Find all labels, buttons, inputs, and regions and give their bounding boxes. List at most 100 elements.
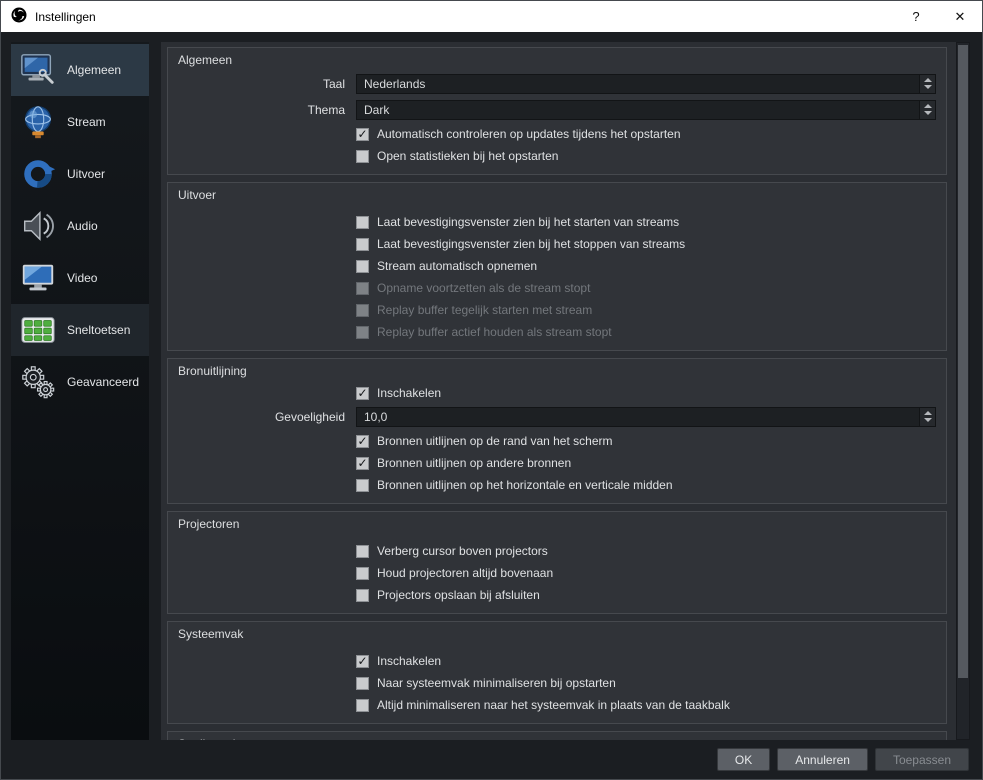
- checkbox[interactable]: [356, 589, 369, 602]
- sidebar-item-geavanceerd[interactable]: Geavanceerd: [11, 356, 149, 408]
- sidebar-item-label: Audio: [67, 219, 98, 233]
- checkbox-row[interactable]: Verberg cursor boven projectors: [356, 540, 936, 562]
- sidebar-item-video[interactable]: Video: [11, 252, 149, 304]
- checkbox-label: Laat bevestigingsvenster zien bij het st…: [377, 215, 679, 229]
- checkbox[interactable]: [356, 699, 369, 712]
- sidebar-item-uitvoer[interactable]: Uitvoer: [11, 148, 149, 200]
- window-title: Instellingen: [35, 10, 96, 24]
- checkbox[interactable]: ✓: [356, 655, 369, 668]
- checkbox-label: Naar systeemvak minimaliseren bij opstar…: [377, 676, 616, 690]
- help-button[interactable]: ?: [894, 1, 938, 32]
- speaker-icon: [18, 206, 58, 246]
- obs-logo-icon: [11, 7, 27, 26]
- group-title: Bronuitlijning: [176, 362, 936, 382]
- checkbox[interactable]: ✓: [356, 128, 369, 141]
- checkbox-row[interactable]: Laat bevestigingsvenster zien bij het st…: [356, 211, 936, 233]
- group-title: Projectoren: [176, 515, 936, 535]
- close-button[interactable]: ✕: [938, 1, 982, 32]
- checkbox-row: Opname voortzetten als de stream stopt: [356, 277, 936, 299]
- group-algemeen: Algemeen Taal Nederlands Thema Dark: [167, 47, 947, 175]
- theme-label: Thema: [176, 103, 356, 117]
- checkbox[interactable]: [356, 545, 369, 558]
- sensitivity-spinbox[interactable]: 10,0: [356, 407, 936, 427]
- checkbox-label: Replay buffer actief houden als stream s…: [377, 325, 612, 339]
- checkbox-label: Laat bevestigingsvenster zien bij het st…: [377, 237, 685, 251]
- checkbox-label: Verberg cursor boven projectors: [377, 544, 548, 558]
- checkbox-row[interactable]: Stream automatisch opnemen: [356, 255, 936, 277]
- sidebar-item-audio[interactable]: Audio: [11, 200, 149, 252]
- checkbox[interactable]: [356, 567, 369, 580]
- checkbox-row[interactable]: Open statistieken bij het opstarten: [356, 145, 936, 167]
- combo-arrows-icon[interactable]: [919, 101, 935, 119]
- settings-window: Instellingen ? ✕: [0, 0, 983, 780]
- spin-arrows-icon[interactable]: [919, 408, 935, 426]
- checkbox-label: Projectors opslaan bij afsluiten: [377, 588, 540, 602]
- theme-combobox[interactable]: Dark: [356, 100, 936, 120]
- vertical-scrollbar[interactable]: [956, 42, 970, 740]
- checkbox-label: Bronnen uitlijnen op het horizontale en …: [377, 478, 673, 492]
- checkbox-label: Houd projectoren altijd bovenaan: [377, 566, 553, 580]
- checkbox-label: Inschakelen: [377, 386, 441, 400]
- checkbox-label: Automatisch controleren op updates tijde…: [377, 127, 681, 141]
- checkbox-label: Altijd minimaliseren naar het systeemvak…: [377, 698, 730, 712]
- group-title: Uitvoer: [176, 186, 936, 206]
- keyboard-icon: [18, 310, 58, 350]
- checkbox-row: Replay buffer actief houden als stream s…: [356, 321, 936, 343]
- checkbox[interactable]: [356, 238, 369, 251]
- globe-icon: [18, 102, 58, 142]
- sidebar-item-sneltoetsen[interactable]: Sneltoetsen: [11, 304, 149, 356]
- sidebar-item-algemeen[interactable]: Algemeen: [11, 44, 149, 96]
- apply-button[interactable]: Toepassen: [875, 748, 969, 771]
- checkbox-row[interactable]: Naar systeemvak minimaliseren bij opstar…: [356, 672, 936, 694]
- checkbox-row: Replay buffer tegelijk starten met strea…: [356, 299, 936, 321]
- sensitivity-row: Gevoeligheid 10,0: [176, 404, 936, 429]
- checkbox[interactable]: [356, 150, 369, 163]
- sidebar: Algemeen Stream: [11, 42, 149, 740]
- group-projectoren: Projectoren Verberg cursor boven project…: [167, 511, 947, 614]
- checkbox-row[interactable]: ✓ Inschakelen: [356, 650, 936, 672]
- checkbox[interactable]: ✓: [356, 457, 369, 470]
- checkbox-row[interactable]: ✓ Inschakelen: [356, 382, 936, 404]
- sidebar-item-label: Geavanceerd: [67, 375, 139, 389]
- checkbox-row[interactable]: Bronnen uitlijnen op het horizontale en …: [356, 474, 936, 496]
- combo-arrows-icon[interactable]: [919, 75, 935, 93]
- checkbox: [356, 282, 369, 295]
- group-uitvoer: Uitvoer Laat bevestigingsvenster zien bi…: [167, 182, 947, 351]
- window-body: Algemeen Stream: [1, 32, 982, 740]
- group-systeemvak: Systeemvak ✓ Inschakelen Naar systeemvak…: [167, 621, 947, 724]
- display-wrench-icon: [18, 50, 58, 90]
- sidebar-item-label: Uitvoer: [67, 167, 105, 181]
- scrollbar-thumb[interactable]: [958, 45, 968, 678]
- language-row: Taal Nederlands: [176, 71, 936, 96]
- sidebar-item-label: Algemeen: [67, 63, 121, 77]
- sidebar-item-label: Video: [67, 271, 97, 285]
- language-combobox[interactable]: Nederlands: [356, 74, 936, 94]
- checkbox-row[interactable]: Projectors opslaan bij afsluiten: [356, 584, 936, 606]
- checkbox-row[interactable]: Altijd minimaliseren naar het systeemvak…: [356, 694, 936, 716]
- theme-row: Thema Dark: [176, 97, 936, 122]
- checkbox[interactable]: [356, 677, 369, 690]
- cancel-button[interactable]: Annuleren: [777, 748, 868, 771]
- monitor-icon: [18, 258, 58, 298]
- checkbox[interactable]: ✓: [356, 387, 369, 400]
- sidebar-item-label: Sneltoetsen: [67, 323, 130, 337]
- ok-button[interactable]: OK: [717, 748, 770, 771]
- checkbox[interactable]: [356, 479, 369, 492]
- settings-content: Algemeen Taal Nederlands Thema Dark: [161, 42, 956, 740]
- spin-value: 10,0: [357, 408, 919, 426]
- checkbox-label: Replay buffer tegelijk starten met strea…: [377, 303, 592, 317]
- checkbox-row[interactable]: Houd projectoren altijd bovenaan: [356, 562, 936, 584]
- checkbox-label: Inschakelen: [377, 654, 441, 668]
- checkbox-row[interactable]: Laat bevestigingsvenster zien bij het st…: [356, 233, 936, 255]
- checkbox[interactable]: ✓: [356, 435, 369, 448]
- checkbox-label: Bronnen uitlijnen op de rand van het sch…: [377, 434, 612, 448]
- checkbox-label: Stream automatisch opnemen: [377, 259, 537, 273]
- checkbox-label: Bronnen uitlijnen op andere bronnen: [377, 456, 571, 470]
- checkbox-row[interactable]: ✓ Bronnen uitlijnen op de rand van het s…: [356, 430, 936, 452]
- checkbox[interactable]: [356, 216, 369, 229]
- checkbox[interactable]: [356, 260, 369, 273]
- titlebar[interactable]: Instellingen ? ✕: [1, 1, 982, 32]
- checkbox-row[interactable]: ✓ Bronnen uitlijnen op andere bronnen: [356, 452, 936, 474]
- sidebar-item-stream[interactable]: Stream: [11, 96, 149, 148]
- checkbox-row[interactable]: ✓ Automatisch controleren op updates tij…: [356, 123, 936, 145]
